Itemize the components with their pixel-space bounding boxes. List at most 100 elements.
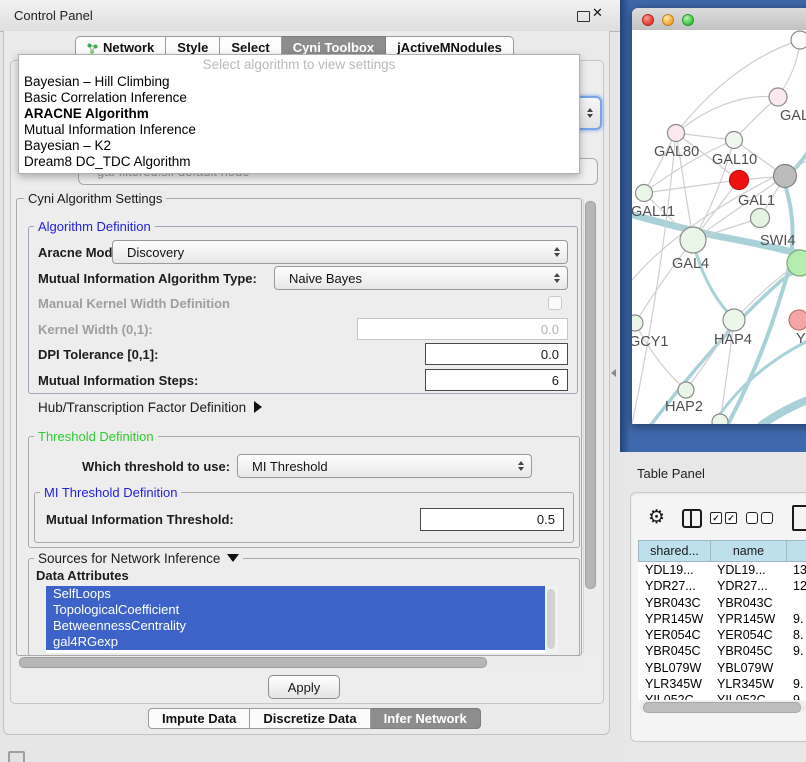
table-cell[interactable]: YER054C — [710, 627, 786, 643]
attribute-list-item[interactable]: gal4RGexp — [46, 634, 545, 650]
which-threshold-combo[interactable]: MI Threshold — [237, 454, 532, 478]
table-column-header[interactable]: shared... — [638, 540, 710, 562]
attributes-scrollbar[interactable] — [545, 586, 558, 653]
table-row[interactable]: YDL19...YDL19...13 — [638, 562, 806, 578]
network-node[interactable] — [726, 132, 743, 149]
select-all-icon[interactable]: ✓ — [725, 512, 737, 524]
table-cell[interactable]: YIL052C — [638, 692, 710, 700]
dpi-tolerance-field[interactable]: 0.0 — [425, 343, 568, 365]
table-cell[interactable]: 8. — [786, 627, 806, 643]
minimize-light-icon[interactable] — [662, 14, 674, 26]
algorithm-option[interactable]: Basic Correlation Inference — [19, 90, 579, 106]
table-cell[interactable]: YBR043C — [710, 595, 786, 611]
mi-threshold-field[interactable]: 0.5 — [420, 508, 564, 531]
algorithm-option[interactable]: Bayesian – K2 — [19, 138, 579, 154]
deselect-all-icon[interactable] — [761, 512, 773, 524]
table-cell[interactable] — [786, 595, 806, 611]
network-node[interactable] — [668, 125, 685, 142]
tab-impute-data[interactable]: Impute Data — [148, 708, 250, 729]
table-row[interactable]: YIL052CYIL052C9 — [638, 692, 806, 700]
deselect-all-icon[interactable] — [746, 512, 758, 524]
table-cell[interactable]: YIL052C — [710, 692, 786, 700]
network-node[interactable] — [774, 165, 797, 188]
close-icon[interactable]: ✕ — [592, 6, 603, 21]
table-cell[interactable]: YBL079W — [638, 660, 710, 676]
document-icon[interactable] — [792, 505, 806, 531]
table-row[interactable]: YBR045CYBR045C9. — [638, 643, 806, 659]
columns-icon[interactable] — [682, 509, 702, 528]
sources-toggle[interactable]: Sources for Network Inference — [34, 551, 243, 566]
kernel-width-field[interactable]: 0.0 — [357, 318, 568, 340]
algorithm-option[interactable]: ARACNE Algorithm — [19, 106, 579, 122]
network-node[interactable] — [791, 31, 806, 49]
table-horizontal-scrollbar[interactable] — [640, 701, 806, 712]
tab-label: Network — [103, 40, 154, 55]
table-cell[interactable]: YDL19... — [638, 562, 710, 578]
settings-vertical-scrollbar[interactable] — [583, 199, 597, 653]
network-node[interactable] — [730, 171, 749, 190]
network-node[interactable] — [751, 209, 770, 228]
table-cell[interactable]: 12 — [786, 578, 806, 594]
attribute-list-item[interactable]: TopologicalCoefficient — [46, 602, 545, 618]
float-panel-icon[interactable] — [577, 11, 590, 22]
attribute-list-item[interactable]: SelfLoops — [46, 586, 545, 602]
table-row[interactable]: YPR145WYPR145W9. — [638, 611, 806, 627]
table-cell[interactable]: YDR27... — [638, 578, 710, 594]
table-row[interactable]: YER054CYER054C8. — [638, 627, 806, 643]
tab-infer-network[interactable]: Infer Network — [371, 708, 481, 729]
table-cell[interactable]: 9. — [786, 676, 806, 692]
apply-button[interactable]: Apply — [268, 675, 340, 699]
table-row[interactable]: YLR345WYLR345W9. — [638, 676, 806, 692]
table-cell[interactable]: 13 — [786, 562, 806, 578]
network-node-label: SWI4 — [760, 233, 795, 249]
network-node[interactable] — [789, 310, 806, 330]
hub-definition-toggle[interactable]: Hub/Transcription Factor Definition — [38, 400, 262, 415]
table-cell[interactable]: 9. — [786, 611, 806, 627]
network-node[interactable] — [712, 414, 728, 424]
network-node[interactable] — [769, 88, 787, 106]
network-window-titlebar[interactable] — [632, 8, 806, 31]
table-cell[interactable]: YPR145W — [638, 611, 710, 627]
close-light-icon[interactable] — [642, 14, 654, 26]
table-cell[interactable]: YBR043C — [638, 595, 710, 611]
settings-horizontal-scrollbar[interactable] — [17, 656, 581, 668]
table-cell[interactable]: YDL19... — [710, 562, 786, 578]
mi-type-combo[interactable]: Naive Bayes — [274, 266, 568, 290]
table-row[interactable]: YBR043CYBR043C — [638, 595, 806, 611]
table-cell[interactable]: YDR27... — [710, 578, 786, 594]
network-node[interactable] — [723, 309, 745, 331]
network-canvas[interactable]: GALGAL80GAL10GAL1GAL11GAL4SWI4YHAP4GCY1H… — [632, 30, 806, 424]
table-cell[interactable]: YBR045C — [710, 643, 786, 659]
table-cell[interactable]: YLR345W — [710, 676, 786, 692]
mi-steps-field[interactable]: 6 — [425, 369, 568, 391]
algorithm-option[interactable]: Bayesian – Hill Climbing — [19, 74, 579, 90]
zoom-light-icon[interactable] — [682, 14, 694, 26]
gear-icon[interactable]: ⚙ — [648, 506, 665, 528]
aracne-mode-combo[interactable]: Discovery — [112, 240, 568, 264]
table-cell[interactable]: YBR045C — [638, 643, 710, 659]
tab-label: Select — [231, 40, 269, 55]
select-all-icon[interactable]: ✓ — [710, 512, 722, 524]
algorithm-option[interactable]: Dream8 DC_TDC Algorithm — [19, 154, 579, 170]
table-cell[interactable] — [786, 660, 806, 676]
table-cell[interactable]: 9 — [786, 692, 806, 700]
network-node[interactable] — [636, 185, 653, 202]
table-cell[interactable]: YER054C — [638, 627, 710, 643]
manual-kernel-checkbox[interactable] — [548, 296, 562, 310]
collapsed-panel-icon[interactable] — [8, 751, 25, 762]
table-column-header[interactable]: A — [786, 540, 806, 562]
table-row[interactable]: YDR27...YDR27...12 — [638, 578, 806, 594]
network-node[interactable] — [632, 315, 643, 331]
table-cell[interactable]: YBL079W — [710, 660, 786, 676]
table-column-header[interactable]: name — [710, 540, 786, 562]
algorithm-option[interactable]: Mutual Information Inference — [19, 122, 579, 138]
network-node[interactable] — [680, 227, 706, 253]
table-cell[interactable]: 9. — [786, 643, 806, 659]
table-row[interactable]: YBL079WYBL079W — [638, 660, 806, 676]
table-cell[interactable]: YPR145W — [710, 611, 786, 627]
tab-discretize-data[interactable]: Discretize Data — [250, 708, 370, 729]
network-node[interactable] — [678, 382, 694, 398]
table-cell[interactable]: YLR345W — [638, 676, 710, 692]
splitter-collapse-arrow[interactable] — [611, 369, 616, 377]
attribute-list-item[interactable]: BetweennessCentrality — [46, 618, 545, 634]
